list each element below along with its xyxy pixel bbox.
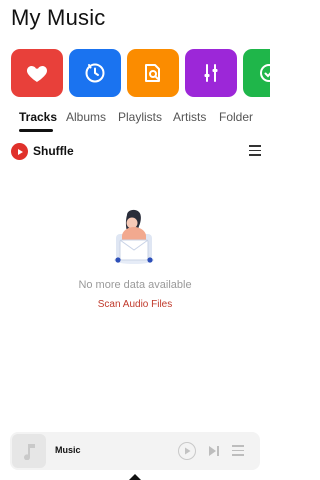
- shuffle-row: Shuffle: [11, 142, 261, 162]
- shuffle-label[interactable]: Shuffle: [33, 144, 74, 158]
- empty-state-illustration: [114, 209, 154, 264]
- tab-folder[interactable]: Folder: [219, 110, 253, 124]
- empty-message: No more data available: [78, 279, 192, 291]
- folder-search-icon: [145, 64, 160, 82]
- equalizer-tile[interactable]: [185, 49, 237, 97]
- queue-icon[interactable]: [232, 445, 244, 456]
- play-icon: [184, 447, 190, 455]
- check-circle-icon: [260, 64, 270, 82]
- favorites-tile[interactable]: [11, 49, 63, 97]
- bottom-handle: [129, 474, 141, 480]
- history-clock-icon: [85, 63, 105, 83]
- scan-audio-files-link[interactable]: Scan Audio Files: [0, 299, 270, 310]
- heart-icon: [26, 66, 48, 82]
- album-art: [12, 434, 46, 468]
- scan-tile[interactable]: [127, 49, 179, 97]
- music-note-icon: [24, 444, 35, 460]
- tab-playlists[interactable]: Playlists: [118, 110, 162, 124]
- tab-albums[interactable]: Albums: [66, 110, 106, 124]
- equalizer-icon: [204, 64, 218, 82]
- tab-tracks[interactable]: Tracks: [19, 110, 57, 124]
- shortcut-tiles: [11, 49, 270, 97]
- tab-artists[interactable]: Artists: [173, 110, 206, 124]
- recent-tile[interactable]: [69, 49, 121, 97]
- mini-player[interactable]: Music: [10, 432, 260, 470]
- next-track-icon[interactable]: [207, 444, 221, 458]
- active-tab-indicator: [19, 129, 53, 132]
- now-playing-title: Music: [55, 445, 81, 455]
- page-title: My Music: [11, 5, 106, 30]
- shuffle-play-button[interactable]: [11, 143, 28, 160]
- extra-tile[interactable]: [243, 49, 270, 97]
- play-button[interactable]: [178, 442, 196, 460]
- sort-menu-icon[interactable]: [249, 145, 261, 156]
- play-icon: [17, 148, 23, 155]
